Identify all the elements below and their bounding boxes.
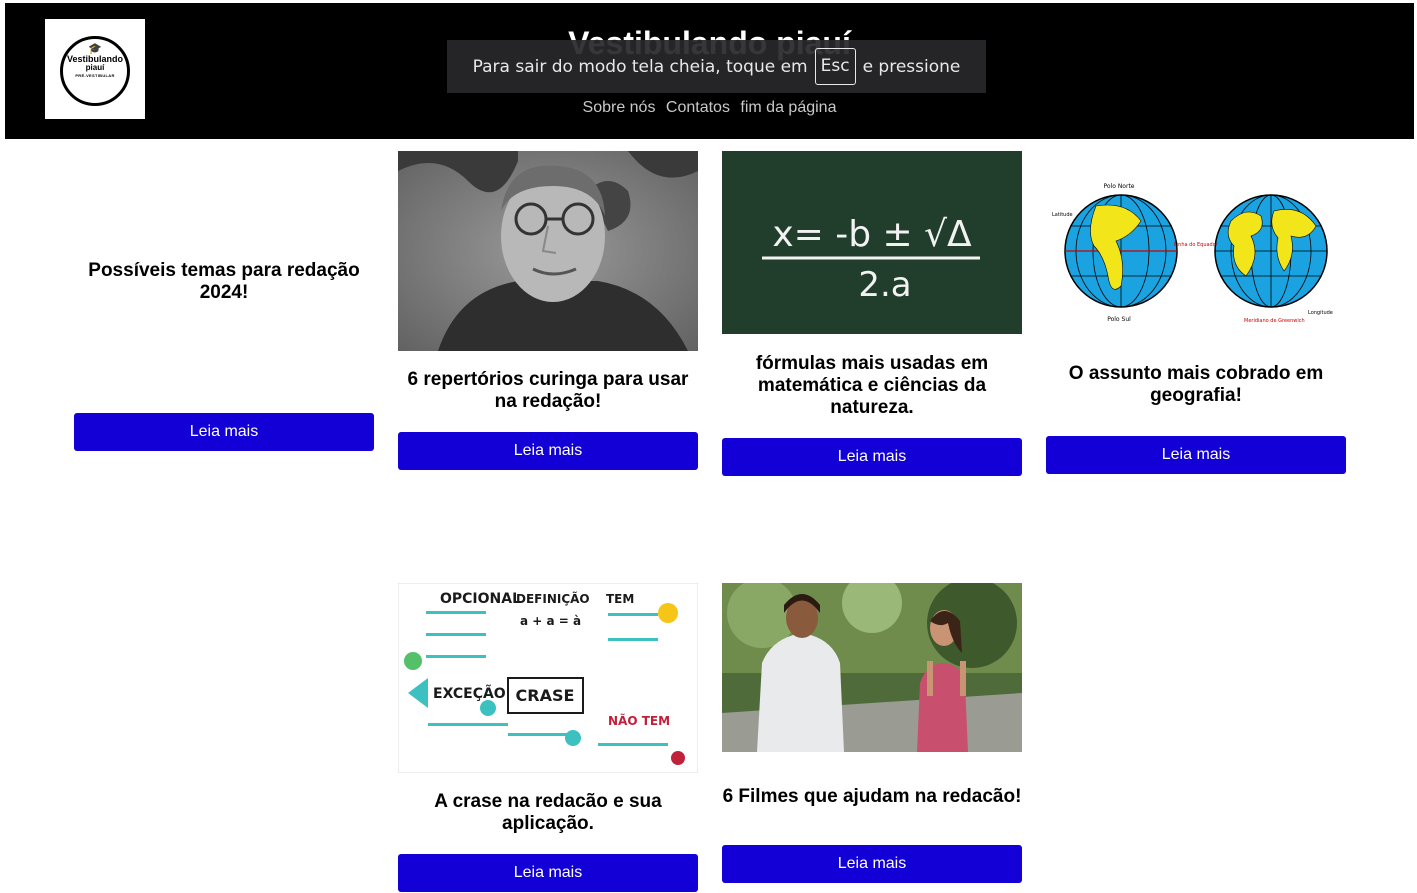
- post-title: Possíveis temas para redação 2024!: [88, 260, 360, 303]
- read-more-button[interactable]: Leia mais: [74, 413, 374, 451]
- post-title: O assunto mais cobrado em geografia!: [1068, 363, 1324, 406]
- post-image-film-still[interactable]: [722, 583, 1022, 752]
- nav-link-contatos[interactable]: Contatos: [666, 99, 730, 116]
- read-more-button[interactable]: Leia mais: [722, 845, 1022, 883]
- nav-link-sobre[interactable]: Sobre nós: [583, 99, 656, 116]
- post-card: Possíveis temas para redação 2024! Leia …: [74, 151, 374, 451]
- formula-denominator: 2.a: [858, 265, 911, 305]
- crase-word-main: CRASE: [516, 686, 575, 705]
- main-nav: Sobre nós Contatos fim da página: [5, 99, 1414, 117]
- fullscreen-exit-notice: Para sair do modo tela cheia, toque em E…: [447, 40, 986, 93]
- post-card: Polo Norte Polo Sul Linha do Equador Mer…: [1046, 151, 1346, 481]
- post-title: 6 repertórios curinga para usar na redaç…: [407, 369, 689, 412]
- read-more-button[interactable]: Leia mais: [722, 438, 1022, 476]
- read-more-button[interactable]: Leia mais: [398, 432, 698, 470]
- crase-word-excecao: EXCEÇÃO: [433, 685, 506, 702]
- post-image-portrait[interactable]: [398, 151, 698, 351]
- esc-key-badge: Esc: [814, 48, 856, 85]
- crase-word-opcional: OPCIONAL: [440, 591, 521, 607]
- post-image-crase-map[interactable]: OPCIONAL DEFINIÇÃO TEM a + a = à EXCEÇÃO…: [398, 583, 698, 773]
- globe-label-greenwich: Meridiano de Greenwich: [1244, 318, 1305, 324]
- fullscreen-notice-suffix: e pressione: [862, 56, 961, 77]
- formula-numerator: x= -b ± √Δ: [772, 214, 972, 255]
- post-image-globes[interactable]: Polo Norte Polo Sul Linha do Equador Mer…: [1046, 176, 1346, 326]
- crase-formula: a + a = à: [520, 614, 581, 628]
- logo-text-sub: piauí: [85, 63, 105, 72]
- read-more-button[interactable]: Leia mais: [1046, 436, 1346, 474]
- post-card: x= -b ± √Δ 2.a fórmulas mais usadas em m…: [722, 151, 1022, 481]
- post-card: OPCIONAL DEFINIÇÃO TEM a + a = à EXCEÇÃO…: [398, 583, 698, 893]
- globe-label-south: Polo Sul: [1107, 316, 1131, 323]
- globe-label-north: Polo Norte: [1104, 183, 1135, 190]
- post-image-formula[interactable]: x= -b ± √Δ 2.a: [722, 151, 1022, 334]
- crase-word-definicao: DEFINIÇÃO: [516, 591, 590, 606]
- fullscreen-notice-text: Para sair do modo tela cheia, toque em: [472, 56, 808, 77]
- post-card: 6 Filmes que ajudam na redacão! Leia mai…: [722, 583, 1022, 893]
- globe-label-latitude: Latitude: [1052, 212, 1073, 218]
- post-title: A crase na redacão e sua aplicação.: [434, 791, 662, 834]
- read-more-button[interactable]: Leia mais: [398, 854, 698, 892]
- crase-word-tem: TEM: [606, 592, 634, 606]
- nav-link-fim-pagina[interactable]: fim da página: [740, 99, 836, 116]
- post-title: 6 Filmes que ajudam na redacão!: [722, 786, 1022, 807]
- globe-label-longitude: Longitude: [1308, 310, 1333, 316]
- globe-label-equator: Linha do Equador: [1174, 242, 1219, 248]
- crase-word-nao-tem: NÃO TEM: [608, 713, 670, 728]
- post-card: 6 repertórios curinga para usar na redaç…: [398, 151, 698, 471]
- post-title: fórmulas mais usadas em matemática e ciê…: [755, 353, 989, 418]
- logo-text-tag: PRÉ-VESTIBULAR: [75, 73, 115, 78]
